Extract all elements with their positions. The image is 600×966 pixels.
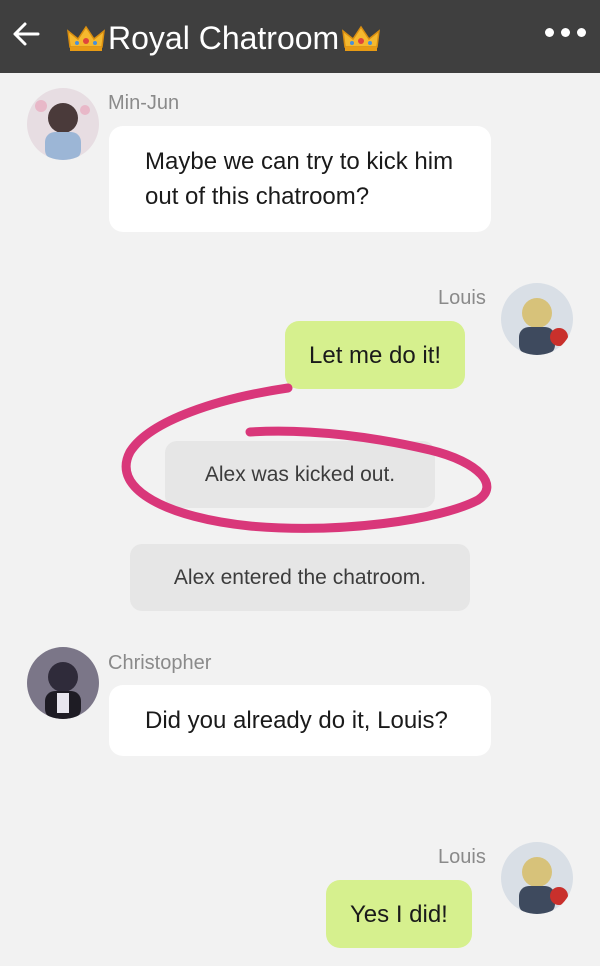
crown-icon	[342, 25, 381, 51]
sender-name: Louis	[438, 287, 486, 309]
message-bubble[interactable]: Yes I did!	[326, 880, 472, 948]
chatroom-title: Royal Chatroom	[66, 20, 381, 56]
message-bubble[interactable]: Maybe we can try to kick him out of this…	[109, 126, 491, 232]
system-message: Alex was kicked out.	[165, 441, 435, 508]
sender-name: Christopher	[108, 652, 212, 674]
sender-name: Louis	[438, 846, 486, 868]
chatroom-title-text: Royal Chatroom	[108, 19, 340, 56]
avatar[interactable]	[27, 647, 99, 719]
avatar[interactable]	[501, 283, 573, 355]
avatar[interactable]	[27, 88, 99, 160]
system-message: Alex entered the chatroom.	[130, 544, 470, 611]
arrow-left-icon[interactable]	[10, 18, 42, 50]
more-options-icon[interactable]	[545, 28, 586, 37]
sender-name: Min-Jun	[108, 92, 180, 114]
message-bubble[interactable]: Did you already do it, Louis?	[109, 685, 491, 756]
crown-icon	[67, 25, 105, 51]
app-header: Royal Chatroom	[0, 0, 600, 73]
avatar[interactable]	[501, 842, 573, 914]
message-bubble[interactable]: Let me do it!	[285, 321, 466, 389]
